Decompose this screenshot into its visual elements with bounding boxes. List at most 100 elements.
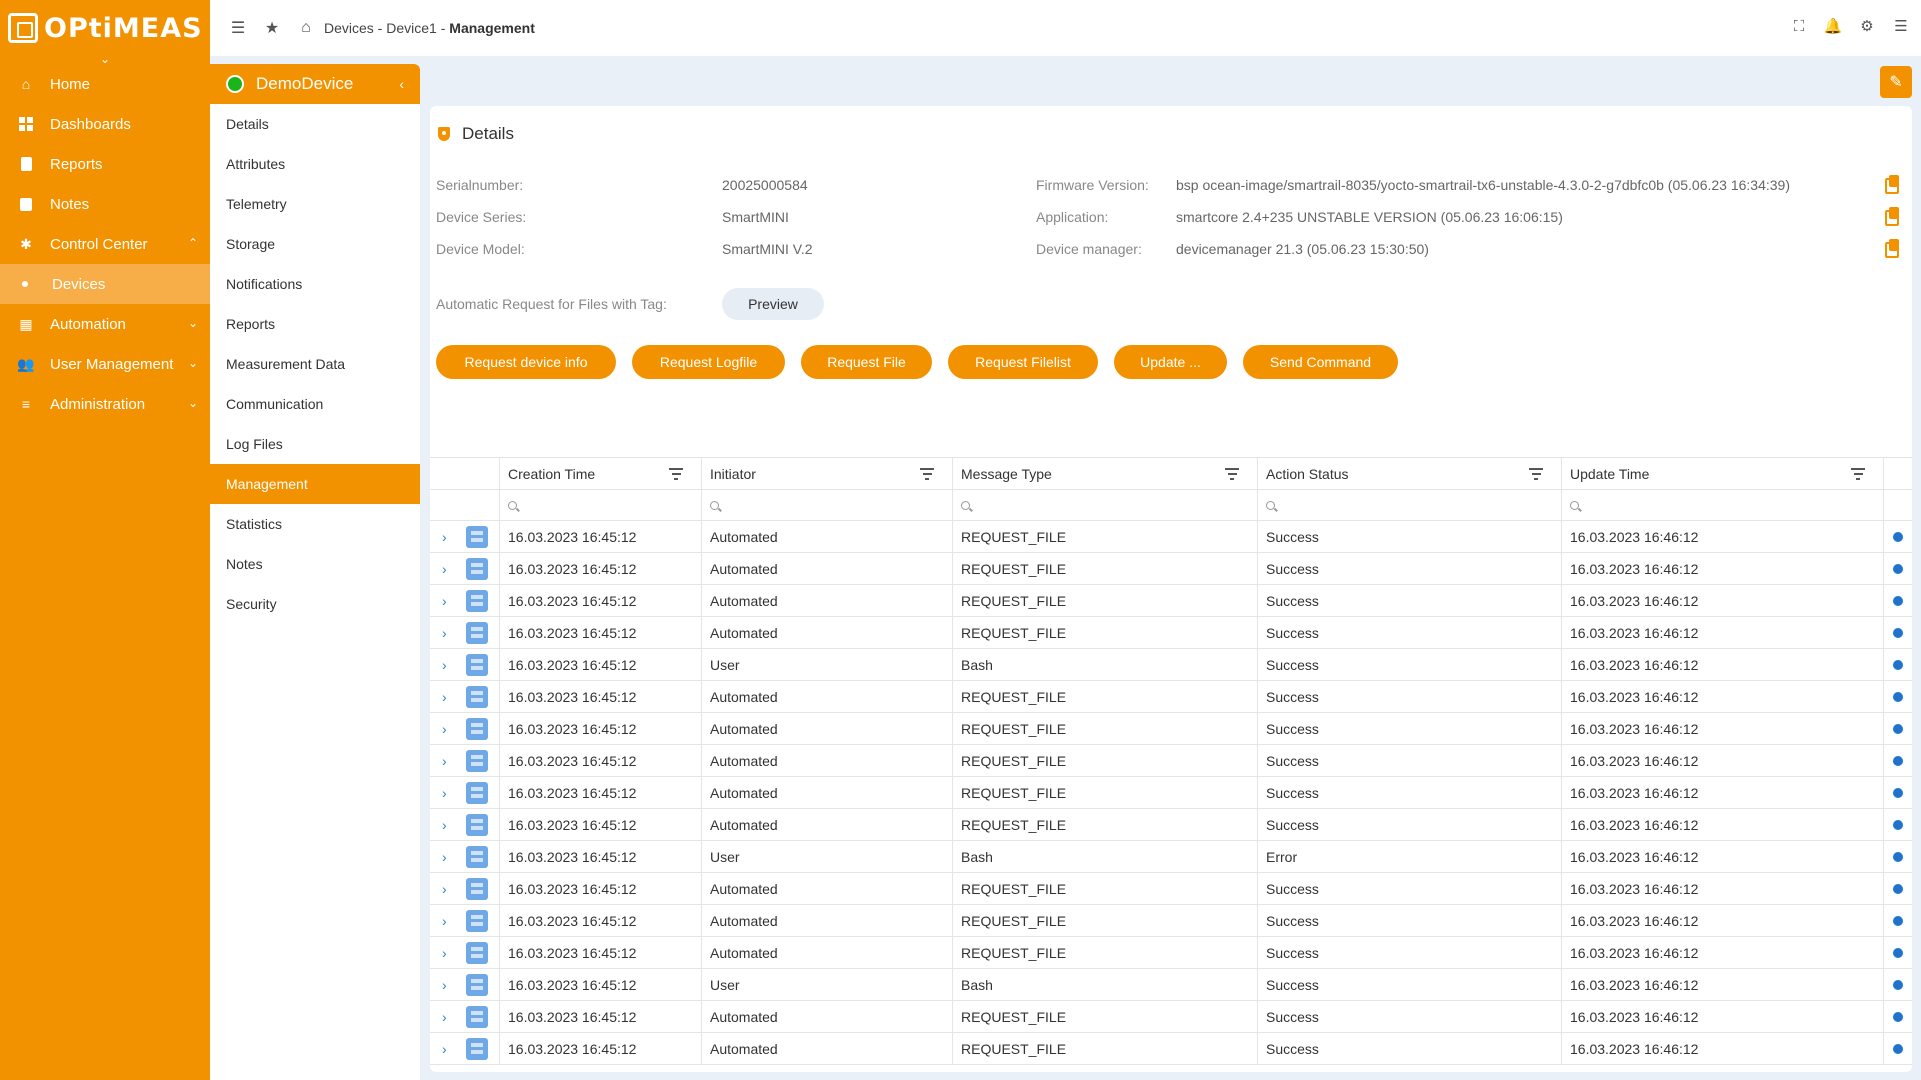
table-row[interactable]: › 16.03.2023 16:45:12 User Bash Error 16.03.2…: [430, 841, 1912, 873]
filter-action-status[interactable]: [1258, 490, 1562, 520]
expand-row-icon[interactable]: ›: [442, 753, 460, 769]
col-message-type[interactable]: Message Type: [953, 458, 1258, 489]
sidebar-item-user-management[interactable]: 👥 User Management ⌄: [0, 344, 210, 384]
table-row[interactable]: › 16.03.2023 16:45:12 Automated REQUEST_FIL…: [430, 617, 1912, 649]
col-creation-time[interactable]: Creation Time: [500, 458, 702, 489]
device-nav-item-log-files[interactable]: Log Files: [210, 424, 420, 464]
expand-row-icon[interactable]: ›: [442, 657, 460, 673]
copy-manager-icon[interactable]: [1885, 239, 1899, 258]
table-row[interactable]: › 16.03.2023 16:45:12 Automated REQUEST_FIL…: [430, 809, 1912, 841]
menu-toggle-icon[interactable]: ☰: [226, 16, 250, 40]
breadcrumb-device1[interactable]: Device1: [386, 20, 437, 36]
hamburger-menu-icon[interactable]: ☰: [1891, 16, 1911, 36]
info-icon[interactable]: [1893, 851, 1903, 862]
table-row[interactable]: › 16.03.2023 16:45:12 Automated REQUEST_FIL…: [430, 777, 1912, 809]
info-icon[interactable]: [1893, 1043, 1903, 1054]
update-button[interactable]: Update ...: [1114, 345, 1227, 379]
device-nav-item-details[interactable]: Details: [210, 104, 420, 144]
info-icon[interactable]: [1893, 627, 1903, 638]
info-icon[interactable]: [1893, 979, 1903, 990]
filter-icon[interactable]: [920, 468, 934, 480]
table-row[interactable]: › 16.03.2023 16:45:12 Automated REQUEST_FIL…: [430, 681, 1912, 713]
star-icon[interactable]: ★: [260, 16, 284, 40]
device-nav-item-statistics[interactable]: Statistics: [210, 504, 420, 544]
info-icon[interactable]: [1893, 531, 1903, 542]
expand-row-icon[interactable]: ›: [442, 817, 460, 833]
sidebar-item-notes[interactable]: Notes: [0, 184, 210, 224]
table-row[interactable]: › 16.03.2023 16:45:12 Automated REQUEST_FIL…: [430, 553, 1912, 585]
info-icon[interactable]: [1893, 563, 1903, 574]
expand-row-icon[interactable]: ›: [442, 721, 460, 737]
expand-row-icon[interactable]: ›: [442, 881, 460, 897]
device-nav-item-attributes[interactable]: Attributes: [210, 144, 420, 184]
device-nav-item-management[interactable]: Management: [210, 464, 420, 504]
filter-icon[interactable]: [1225, 468, 1239, 480]
sidebar-item-devices[interactable]: Devices: [0, 264, 210, 304]
info-icon[interactable]: [1893, 915, 1903, 926]
info-icon[interactable]: [1893, 947, 1903, 958]
filter-initiator[interactable]: [702, 490, 953, 520]
sidebar-item-dashboards[interactable]: Dashboards: [0, 104, 210, 144]
table-row[interactable]: › 16.03.2023 16:45:12 Automated REQUEST_FIL…: [430, 713, 1912, 745]
info-icon[interactable]: [1893, 659, 1903, 670]
device-nav-item-communication[interactable]: Communication: [210, 384, 420, 424]
request-device-info-button[interactable]: Request device info: [436, 345, 616, 379]
table-row[interactable]: › 16.03.2023 16:45:12 Automated REQUEST_FIL…: [430, 1001, 1912, 1033]
table-row[interactable]: › 16.03.2023 16:45:12 User Bash Success 16.03…: [430, 649, 1912, 681]
preview-button[interactable]: Preview: [722, 288, 824, 320]
info-icon[interactable]: [1893, 755, 1903, 766]
filter-icon[interactable]: [1851, 468, 1865, 480]
expand-row-icon[interactable]: ›: [442, 529, 460, 545]
edit-button[interactable]: ✎: [1880, 66, 1912, 98]
expand-row-icon[interactable]: ›: [442, 849, 460, 865]
sidebar-item-automation[interactable]: ▦ Automation ⌄: [0, 304, 210, 344]
info-icon[interactable]: [1893, 883, 1903, 894]
request-file-button[interactable]: Request File: [801, 345, 932, 379]
expand-row-icon[interactable]: ›: [442, 561, 460, 577]
info-icon[interactable]: [1893, 723, 1903, 734]
request-logfile-button[interactable]: Request Logfile: [632, 345, 785, 379]
bell-icon[interactable]: 🔔: [1823, 16, 1843, 36]
breadcrumb-devices[interactable]: Devices: [324, 20, 374, 36]
info-icon[interactable]: [1893, 595, 1903, 606]
expand-row-icon[interactable]: ›: [442, 1041, 460, 1057]
device-nav-item-notes[interactable]: Notes: [210, 544, 420, 584]
col-update-time[interactable]: Update Time: [1562, 458, 1884, 489]
filter-creation-time[interactable]: [500, 490, 702, 520]
table-row[interactable]: › 16.03.2023 16:45:12 User Bash Success 16.03…: [430, 969, 1912, 1001]
device-nav-item-reports[interactable]: Reports: [210, 304, 420, 344]
sidebar-item-control-center[interactable]: ✱ Control Center ⌃: [0, 224, 210, 264]
device-nav-item-notifications[interactable]: Notifications: [210, 264, 420, 304]
table-row[interactable]: › 16.03.2023 16:45:12 Automated REQUEST_FIL…: [430, 521, 1912, 553]
gear-icon[interactable]: ⚙: [1857, 16, 1877, 36]
info-icon[interactable]: [1893, 787, 1903, 798]
chevron-left-icon[interactable]: ‹: [399, 76, 404, 92]
device-nav-item-telemetry[interactable]: Telemetry: [210, 184, 420, 224]
col-action-status[interactable]: Action Status: [1258, 458, 1562, 489]
expand-row-icon[interactable]: ›: [442, 977, 460, 993]
expand-row-icon[interactable]: ›: [442, 785, 460, 801]
sidebar-item-home[interactable]: ⌂ Home: [0, 64, 210, 104]
filter-update-time[interactable]: [1562, 490, 1884, 520]
col-initiator[interactable]: Initiator: [702, 458, 953, 489]
copy-application-icon[interactable]: [1885, 207, 1899, 226]
table-row[interactable]: › 16.03.2023 16:45:12 Automated REQUEST_FIL…: [430, 937, 1912, 969]
expand-row-icon[interactable]: ›: [442, 625, 460, 641]
table-row[interactable]: › 16.03.2023 16:45:12 Automated REQUEST_FIL…: [430, 1033, 1912, 1065]
request-filelist-button[interactable]: Request Filelist: [948, 345, 1098, 379]
copy-firmware-icon[interactable]: [1885, 175, 1899, 194]
expand-row-icon[interactable]: ›: [442, 1009, 460, 1025]
expand-row-icon[interactable]: ›: [442, 945, 460, 961]
table-row[interactable]: › 16.03.2023 16:45:12 Automated REQUEST_FIL…: [430, 905, 1912, 937]
sidebar-item-administration[interactable]: ≡ Administration ⌄: [0, 384, 210, 424]
info-icon[interactable]: [1893, 691, 1903, 702]
filter-message-type[interactable]: [953, 490, 1258, 520]
info-icon[interactable]: [1893, 1011, 1903, 1022]
expand-row-icon[interactable]: ›: [442, 689, 460, 705]
fullscreen-icon[interactable]: ⛶: [1789, 16, 1809, 36]
filter-icon[interactable]: [669, 468, 683, 480]
table-row[interactable]: › 16.03.2023 16:45:12 Automated REQUEST_FIL…: [430, 585, 1912, 617]
table-row[interactable]: › 16.03.2023 16:45:12 Automated REQUEST_FIL…: [430, 745, 1912, 777]
table-row[interactable]: › 16.03.2023 16:45:12 Automated REQUEST_FIL…: [430, 873, 1912, 905]
info-icon[interactable]: [1893, 819, 1903, 830]
